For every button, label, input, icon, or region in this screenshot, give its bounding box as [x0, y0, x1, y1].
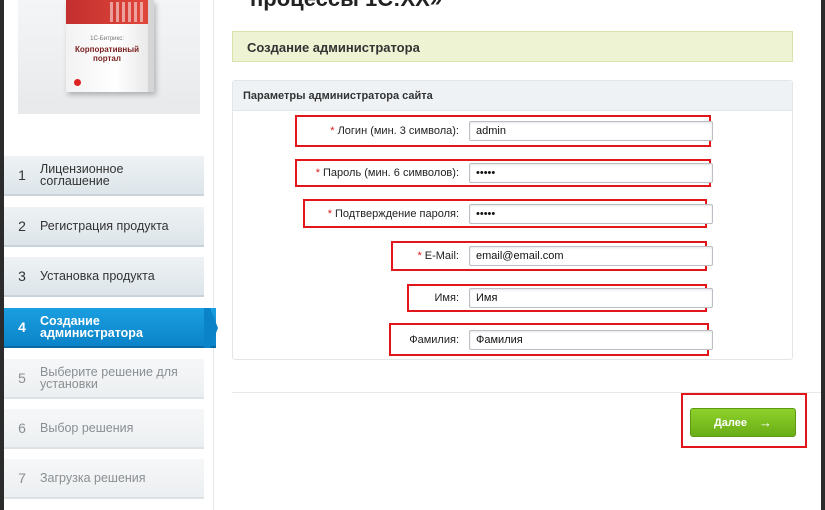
sidebar: 1С-Битрикс: Корпоративный портал 1 Лицен… [4, 0, 218, 510]
next-button-label: Далее [713, 416, 748, 429]
step-number: 5 [18, 370, 26, 386]
required-mark: * [417, 250, 422, 262]
step-4-active[interactable]: 4 Создание администратора [4, 308, 216, 348]
step-label: Создание администратора [40, 314, 143, 340]
step-7: 7 Загрузка решения [4, 459, 204, 499]
arrow-right-icon: → [759, 415, 773, 430]
installer-window: 1С-Битрикс: Корпоративный портал 1 Лицен… [4, 0, 821, 510]
required-mark: * [330, 125, 335, 137]
step-2[interactable]: 2 Регистрация продукта [4, 207, 204, 247]
section-header: Создание администратора [232, 31, 793, 62]
email-label: E-Mail: [424, 250, 459, 262]
product-title-line1: Корпоративный [74, 45, 140, 54]
step-number: 6 [18, 420, 26, 436]
step-number: 3 [18, 268, 26, 284]
required-mark: * [315, 167, 321, 179]
step-1[interactable]: 1 Лицензионное соглашение [4, 156, 204, 196]
name-row: Имя: [303, 283, 713, 313]
login-label: Логин (мин. 3 символа): [337, 125, 459, 137]
product-box-image: 1С-Битрикс: Корпоративный портал [18, 0, 200, 114]
step-label: Выбор решения [40, 421, 134, 435]
page-title: процессы 1С:ХХ» [250, 0, 442, 12]
step-label: Регистрация продукта [40, 219, 169, 233]
password-row: * Пароль (мин. 6 символов): [295, 158, 713, 188]
step-5: 5 Выберите решение для установки [4, 359, 204, 399]
email-row: * E-Mail: [303, 241, 713, 271]
step-label: Выберите решение для установки [40, 365, 178, 391]
confirm-password-label: Подтверждение пароля: [335, 208, 459, 220]
step-label: Лицензионное соглашение [40, 162, 124, 188]
lastname-input[interactable] [469, 330, 713, 350]
login-input[interactable] [469, 121, 713, 141]
lastname-row: Фамилия: [303, 325, 713, 355]
required-mark: * [327, 208, 333, 220]
step-3[interactable]: 3 Установка продукта [4, 257, 204, 297]
step-label: Установка продукта [40, 269, 155, 283]
brand-logo-icon [74, 79, 81, 86]
confirm-password-input[interactable] [469, 204, 713, 224]
step-label: Загрузка решения [40, 471, 146, 485]
lastname-label: Фамилия: [409, 334, 459, 346]
name-label: Имя: [434, 292, 459, 304]
step-number: 7 [18, 470, 26, 486]
main-content: процессы 1С:ХХ» Создание администратора … [232, 0, 821, 510]
product-brand: 1С-Битрикс: [90, 36, 124, 42]
active-step-arrow-icon [204, 308, 218, 348]
password-input[interactable] [469, 163, 713, 183]
password-label: Пароль (мин. 6 символов): [323, 167, 459, 179]
step-number: 2 [18, 218, 26, 234]
confirm-row: * Подтверждение пароля: [303, 199, 713, 229]
login-row: * Логин (мин. 3 символа): [303, 116, 713, 146]
name-input[interactable] [469, 288, 713, 308]
panel-title: Параметры администратора сайта [233, 81, 792, 111]
step-number: 1 [18, 167, 26, 183]
email-input[interactable] [469, 246, 713, 266]
product-title-line2: портал [93, 54, 121, 63]
product-box-illustration: 1С-Битрикс: Корпоративный портал [66, 0, 154, 92]
step-number: 4 [18, 319, 26, 335]
next-button[interactable]: Далее → [690, 408, 796, 437]
step-6: 6 Выбор решения [4, 409, 204, 449]
admin-params-panel: Параметры администратора сайта * Логин (м… [232, 80, 793, 360]
